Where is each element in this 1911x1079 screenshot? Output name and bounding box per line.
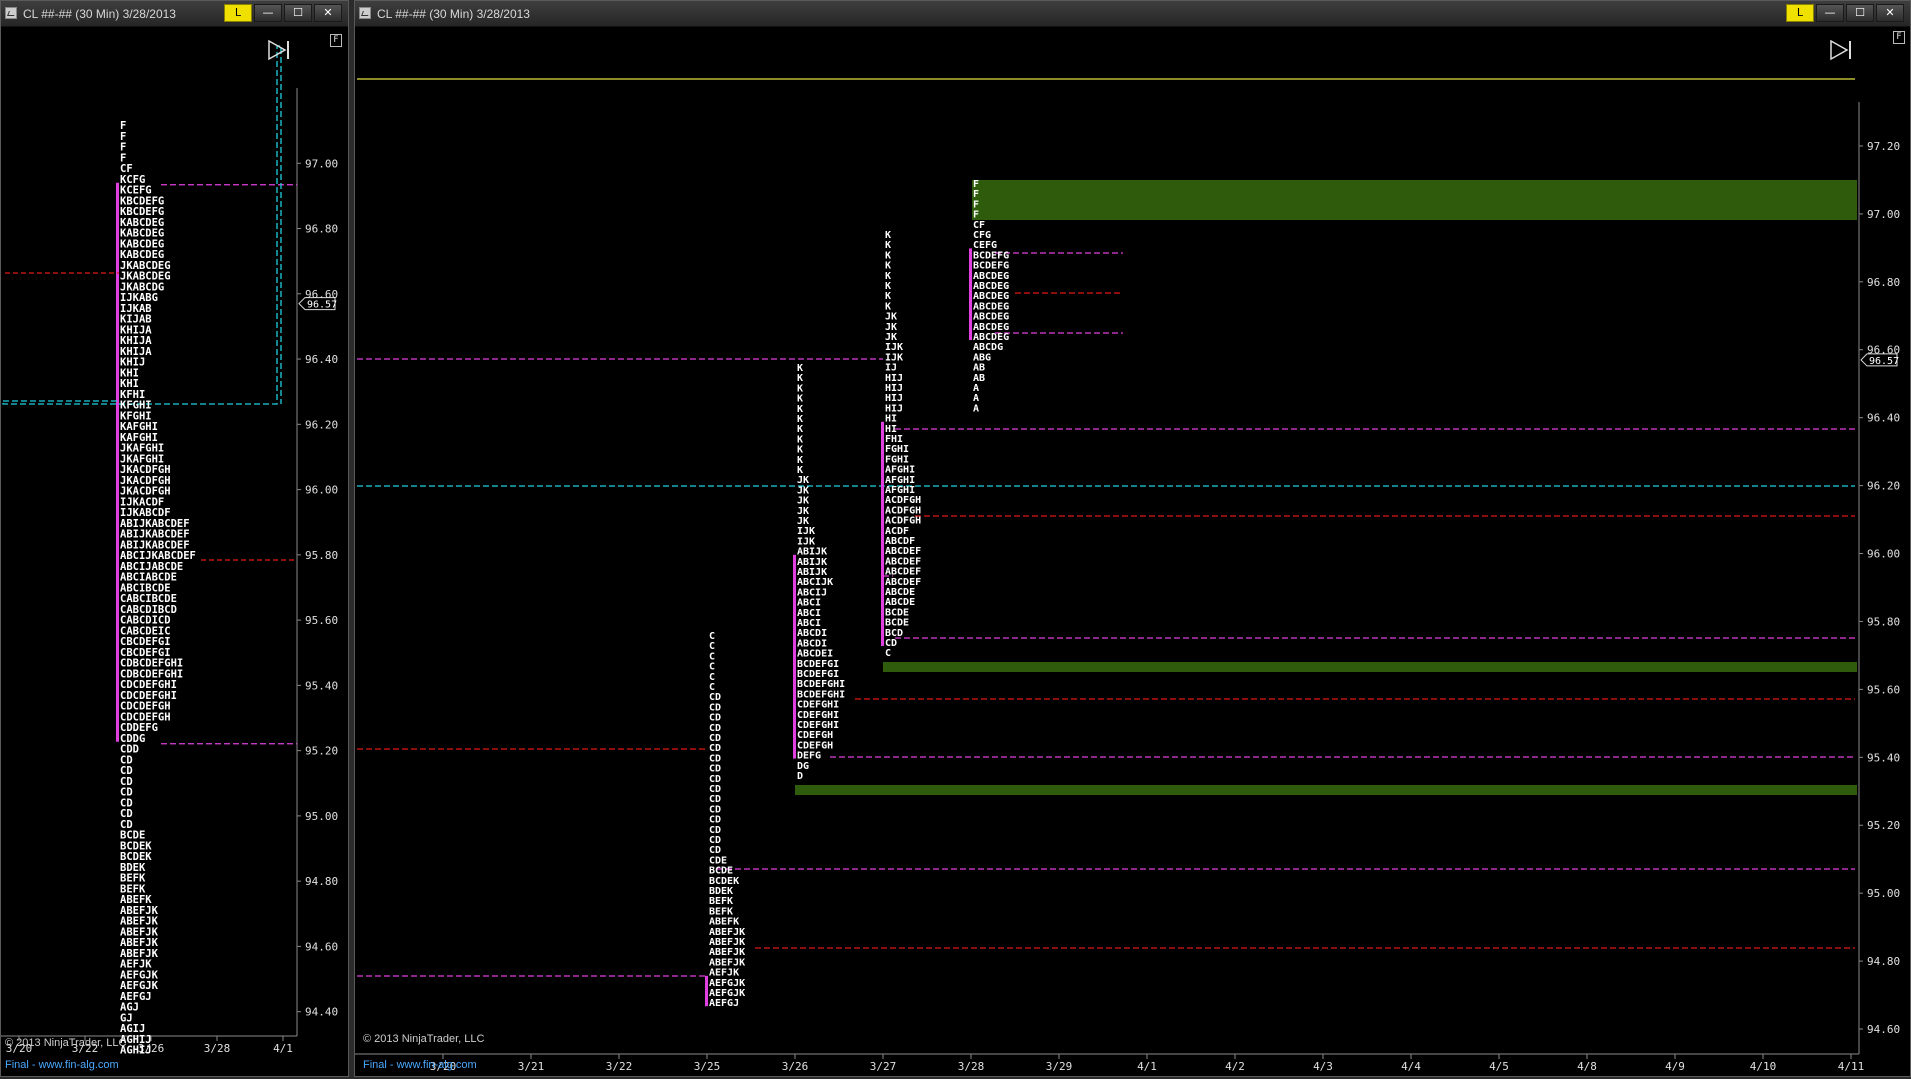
price-tick-label: 95.20 xyxy=(305,745,338,758)
price-tick-label: 97.00 xyxy=(305,157,338,170)
price-tick-label: 96.80 xyxy=(1867,276,1900,289)
price-tick-label: 95.20 xyxy=(1867,819,1900,832)
right-profile-chart[interactable]: 97.2097.0096.8096.6096.4096.2096.0095.80… xyxy=(355,26,1910,1076)
value-area-bar xyxy=(116,182,119,742)
left-profile-chart[interactable]: 97.0096.8096.6096.4096.2096.0095.8095.60… xyxy=(1,26,348,1076)
date-tick-label: 4/9 xyxy=(1665,1060,1685,1073)
price-tick-label: 95.80 xyxy=(305,549,338,562)
price-tick-label: 95.60 xyxy=(305,614,338,627)
value-area-bar xyxy=(705,975,708,1007)
price-tick-label: 96.40 xyxy=(1867,412,1900,425)
left-copyright: © 2013 NinjaTrader, LLC xyxy=(5,1037,127,1049)
price-tick-label: 97.20 xyxy=(1867,140,1900,153)
f-toggle[interactable]: F xyxy=(1893,31,1905,44)
left-chart-window: CL ##-## (30 Min) 3/28/2013 L — ☐ ✕ 97.0… xyxy=(0,0,349,1077)
chart-app-icon xyxy=(359,7,371,19)
date-tick-label: 4/10 xyxy=(1750,1060,1777,1073)
value-area-bar xyxy=(969,248,972,340)
price-tick-label: 94.80 xyxy=(305,875,338,888)
price-tick-label: 96.20 xyxy=(1867,480,1900,493)
close-button[interactable]: ✕ xyxy=(314,4,342,22)
date-tick-label: 3/27 xyxy=(870,1060,897,1073)
right-title-bar[interactable]: CL ##-## (30 Min) 3/28/2013 L — ☐ ✕ xyxy=(355,1,1910,27)
link-button[interactable]: L xyxy=(1786,4,1814,22)
price-tick-label: 95.40 xyxy=(1867,751,1900,764)
f-toggle[interactable]: F xyxy=(330,34,342,47)
date-tick-label: 3/28 xyxy=(958,1060,985,1073)
price-tick-label: 95.40 xyxy=(305,679,338,692)
tpo-row: AEFGJ xyxy=(709,998,739,1009)
price-tick-label: 94.60 xyxy=(1867,1023,1900,1036)
price-tick-label: 95.00 xyxy=(1867,887,1900,900)
price-tick-label: 95.80 xyxy=(1867,615,1900,628)
tpo-row: C xyxy=(885,648,891,659)
current-price-label: 96.57 xyxy=(307,300,337,311)
date-tick-label: 3/26 xyxy=(782,1060,809,1073)
price-tick-label: 97.00 xyxy=(1867,208,1900,221)
chart-app-icon xyxy=(5,7,17,19)
gap-zone xyxy=(883,662,1857,672)
price-tick-label: 94.40 xyxy=(305,1006,338,1019)
value-area-bar xyxy=(881,421,884,646)
tpo-row: D xyxy=(797,771,803,782)
price-tick-label: 95.00 xyxy=(305,810,338,823)
left-title-bar[interactable]: CL ##-## (30 Min) 3/28/2013 L — ☐ ✕ xyxy=(1,1,348,27)
scroll-to-end-icon[interactable] xyxy=(266,37,294,63)
gap-zone xyxy=(795,785,1857,795)
price-tick-label: 96.20 xyxy=(305,418,338,431)
date-tick-label: 4/2 xyxy=(1225,1060,1245,1073)
price-tick-label: 96.40 xyxy=(305,353,338,366)
date-tick-label: 4/1 xyxy=(1137,1060,1157,1073)
price-tick-label: 95.60 xyxy=(1867,683,1900,696)
price-tick-label: 94.80 xyxy=(1867,955,1900,968)
date-tick-label: 4/3 xyxy=(1313,1060,1333,1073)
date-tick-label: 4/5 xyxy=(1489,1060,1509,1073)
date-tick-label: 4/1 xyxy=(273,1042,293,1055)
date-tick-label: 3/21 xyxy=(518,1060,545,1073)
date-tick-label: 4/8 xyxy=(1577,1060,1597,1073)
date-tick-label: 4/11 xyxy=(1838,1060,1865,1073)
link-button[interactable]: L xyxy=(224,4,252,22)
maximize-button[interactable]: ☐ xyxy=(1846,4,1874,22)
date-tick-label: 3/29 xyxy=(1046,1060,1073,1073)
left-final-link[interactable]: Final - www.fin-alg.com xyxy=(5,1059,119,1071)
right-chart-window: CL ##-## (30 Min) 3/28/2013 L — ☐ ✕ 97.2… xyxy=(354,0,1911,1077)
price-tick-label: 96.00 xyxy=(1867,548,1900,561)
close-button[interactable]: ✕ xyxy=(1876,4,1904,22)
tpo-row: A xyxy=(973,403,979,414)
date-tick-label: 3/28 xyxy=(204,1042,231,1055)
right-final-link[interactable]: Final - www.fin-alg.com xyxy=(363,1059,477,1071)
scroll-to-end-icon[interactable] xyxy=(1828,37,1856,63)
current-price-label: 96.57 xyxy=(1869,356,1899,367)
price-tick-label: 96.00 xyxy=(305,484,338,497)
left-window-title: CL ##-## (30 Min) 3/28/2013 xyxy=(23,7,176,21)
date-tick-label: 4/4 xyxy=(1401,1060,1421,1073)
right-window-title: CL ##-## (30 Min) 3/28/2013 xyxy=(377,7,530,21)
minimize-button[interactable]: — xyxy=(254,4,282,22)
price-tick-label: 96.80 xyxy=(305,223,338,236)
maximize-button[interactable]: ☐ xyxy=(284,4,312,22)
minimize-button[interactable]: — xyxy=(1816,4,1844,22)
date-tick-label: 3/25 xyxy=(694,1060,721,1073)
right-copyright: © 2013 NinjaTrader, LLC xyxy=(363,1033,485,1045)
value-area-bar xyxy=(793,554,796,759)
date-tick-label: 3/22 xyxy=(606,1060,633,1073)
gap-zone xyxy=(972,180,1857,220)
price-tick-label: 94.60 xyxy=(305,940,338,953)
